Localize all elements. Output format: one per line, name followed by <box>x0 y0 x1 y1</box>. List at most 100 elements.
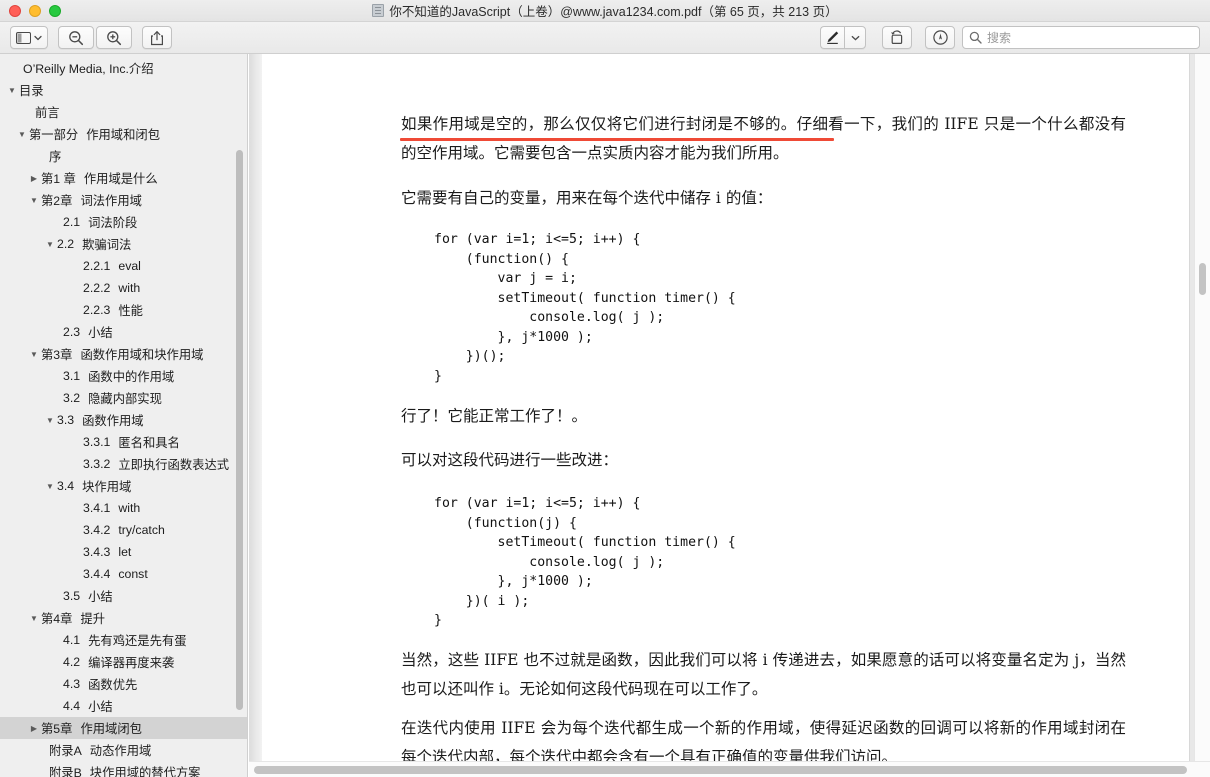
outline-item-number: 第一部分 <box>29 128 79 142</box>
outline-item[interactable]: ▶3.1 函数中的作用域 <box>0 365 247 387</box>
red-underline-annotation[interactable] <box>400 138 834 141</box>
outline-item[interactable]: ▶2.1 词法阶段 <box>0 211 247 233</box>
paragraph-4: 可以对这段代码进行一些改进： <box>401 451 619 469</box>
outline-item[interactable]: ▶3.3.2 立即执行函数表达式 <box>0 453 247 475</box>
outline-item[interactable]: ▶4.4 小结 <box>0 695 247 717</box>
search-field[interactable]: 搜索 <box>962 26 1200 49</box>
outline-item[interactable]: ▶ 第5章 作用域闭包 <box>0 717 247 739</box>
outline-item-label: 匿名和具名 <box>118 436 180 450</box>
markup-dropdown-button[interactable] <box>844 26 866 49</box>
sidebar-scrollbar[interactable] <box>236 150 243 710</box>
sidebar-toggle-icon <box>16 31 31 44</box>
minimize-button[interactable] <box>29 5 41 17</box>
outline-item[interactable]: ▶序 <box>0 145 247 167</box>
outline-item[interactable]: ▼ 3.3 函数作用域 <box>0 409 247 431</box>
outline-item[interactable]: ▶2.2.2 with <box>0 277 247 299</box>
outline-item[interactable]: ▶ 第1 章作用域是什么 <box>0 167 247 189</box>
disclosure-closed-icon[interactable]: ▶ <box>28 174 40 183</box>
disclosure-open-icon[interactable]: ▼ <box>28 350 40 359</box>
code-block-2: for (var i=1; i<=5; i++) { (function(j) … <box>434 496 736 628</box>
disclosure-open-icon[interactable]: ▼ <box>6 86 18 95</box>
outline-item-number: 第1 章 <box>41 172 76 186</box>
outline-item-label: let <box>118 545 132 559</box>
outline-item[interactable]: ▶2.2.1 eval <box>0 255 247 277</box>
outline-item[interactable]: ▼ 第4章 提升 <box>0 607 247 629</box>
outline-item-number: 4.4 <box>63 699 81 713</box>
outline-item-number: 2.2 <box>57 237 75 251</box>
outline-item-label: 函数作用域 <box>82 414 144 428</box>
rotate-button[interactable] <box>882 26 912 49</box>
paragraph-3: 行了！它能正常工作了！。 <box>401 407 588 425</box>
outline-item[interactable]: ▼ 2.2 欺骗词法 <box>0 233 247 255</box>
zoom-out-button[interactable] <box>58 26 94 49</box>
disclosure-spacer: ▶ <box>50 218 62 227</box>
chevron-down-icon <box>34 35 42 41</box>
outline-item[interactable]: ▼ 第一部分 作用域和闭包 <box>0 123 247 145</box>
outline-item[interactable]: ▶3.4.1 with <box>0 497 247 519</box>
disclosure-spacer: ▶ <box>70 262 82 271</box>
outline-item-label: O’Reilly Media, Inc.介绍 <box>23 62 154 76</box>
outline-item-number: 附录A <box>49 744 82 758</box>
close-button[interactable] <box>9 5 21 17</box>
markup-button[interactable] <box>820 26 844 49</box>
outline-item[interactable]: ▼ 第2章 词法作用域 <box>0 189 247 211</box>
disclosure-spacer: ▶ <box>36 768 48 777</box>
outline-item[interactable]: ▶附录B 块作用域的替代方案 <box>0 761 247 777</box>
zoom-in-button[interactable] <box>96 26 132 49</box>
disclosure-open-icon[interactable]: ▼ <box>44 240 56 249</box>
outline-item-label: 作用域和闭包 <box>86 128 160 142</box>
outline-item[interactable]: ▶前言 <box>0 101 247 123</box>
disclosure-spacer: ▶ <box>50 702 62 711</box>
outline-item-label: 函数中的作用域 <box>88 370 175 384</box>
disclosure-spacer: ▶ <box>70 570 82 579</box>
maximize-button[interactable] <box>49 5 61 17</box>
outline-sidebar[interactable]: ▶O’Reilly Media, Inc.介绍▼目录▶前言▼第一部分作用域和闭包… <box>0 54 248 777</box>
outline-item[interactable]: ▶2.2.3 性能 <box>0 299 247 321</box>
share-icon <box>150 30 164 46</box>
outline-item[interactable]: ▶2.3 小结 <box>0 321 247 343</box>
outline-item[interactable]: ▶3.4.2 try/catch <box>0 519 247 541</box>
annotate-button[interactable] <box>925 26 955 49</box>
outline-item-label: 隐藏内部实现 <box>88 392 162 406</box>
document-vertical-scrollbar-track[interactable] <box>1194 54 1210 761</box>
outline-item-label: 函数优先 <box>88 678 138 692</box>
outline-item[interactable]: ▶3.2 隐藏内部实现 <box>0 387 247 409</box>
disclosure-spacer: ▶ <box>36 152 48 161</box>
outline-item-number: 第2章 <box>41 194 73 208</box>
outline-item[interactable]: ▼ 第3章 函数作用域和块作用域 <box>0 343 247 365</box>
document-horizontal-scrollbar-thumb[interactable] <box>254 766 1187 774</box>
sidebar-toggle-button[interactable] <box>10 26 48 49</box>
outline-item-label: 性能 <box>118 304 143 318</box>
outline-item[interactable]: ▶3.3.1 匿名和具名 <box>0 431 247 453</box>
page-content: 如果作用域是空的，那么仅仅将它们进行封闭是不够的。仔细看一下，我们的 IIFE … <box>262 54 1189 766</box>
disclosure-open-icon[interactable]: ▼ <box>28 614 40 623</box>
disclosure-open-icon[interactable]: ▼ <box>28 196 40 205</box>
outline-item[interactable]: ▶附录A 动态作用域 <box>0 739 247 761</box>
outline-item-label: with <box>118 501 141 515</box>
outline-item[interactable]: ▶3.4.3 let <box>0 541 247 563</box>
outline-item[interactable]: ▶3.4.4 const <box>0 563 247 585</box>
outline-item-label: 目录 <box>19 84 44 98</box>
disclosure-open-icon[interactable]: ▼ <box>44 482 56 491</box>
outline-item[interactable]: ▶O’Reilly Media, Inc.介绍 <box>0 57 247 79</box>
disclosure-closed-icon[interactable]: ▶ <box>28 724 40 733</box>
outline-item[interactable]: ▼ 3.4 块作用域 <box>0 475 247 497</box>
disclosure-spacer: ▶ <box>70 460 82 469</box>
document-vertical-scrollbar-thumb[interactable] <box>1199 263 1206 295</box>
document-horizontal-scrollbar-track[interactable] <box>249 761 1210 777</box>
outline-item[interactable]: ▼ 目录 <box>0 79 247 101</box>
disclosure-open-icon[interactable]: ▼ <box>44 416 56 425</box>
disclosure-spacer: ▶ <box>50 372 62 381</box>
outline-item[interactable]: ▶4.2 编译器再度来袭 <box>0 651 247 673</box>
share-button[interactable] <box>142 26 172 49</box>
outline-item[interactable]: ▶4.3 函数优先 <box>0 673 247 695</box>
outline-item-number: 3.4.4 <box>83 567 111 581</box>
disclosure-open-icon[interactable]: ▼ <box>16 130 28 139</box>
outline-item[interactable]: ▶3.5 小结 <box>0 585 247 607</box>
outline-item-number: 2.2.3 <box>83 303 111 317</box>
outline-item-label: 函数作用域和块作用域 <box>80 348 204 362</box>
outline-item-label: 作用域是什么 <box>83 172 158 186</box>
outline-item-number: 3.4.3 <box>83 545 111 559</box>
outline-item[interactable]: ▶4.1 先有鸡还是先有蛋 <box>0 629 247 651</box>
markup-pen-icon <box>825 30 840 45</box>
